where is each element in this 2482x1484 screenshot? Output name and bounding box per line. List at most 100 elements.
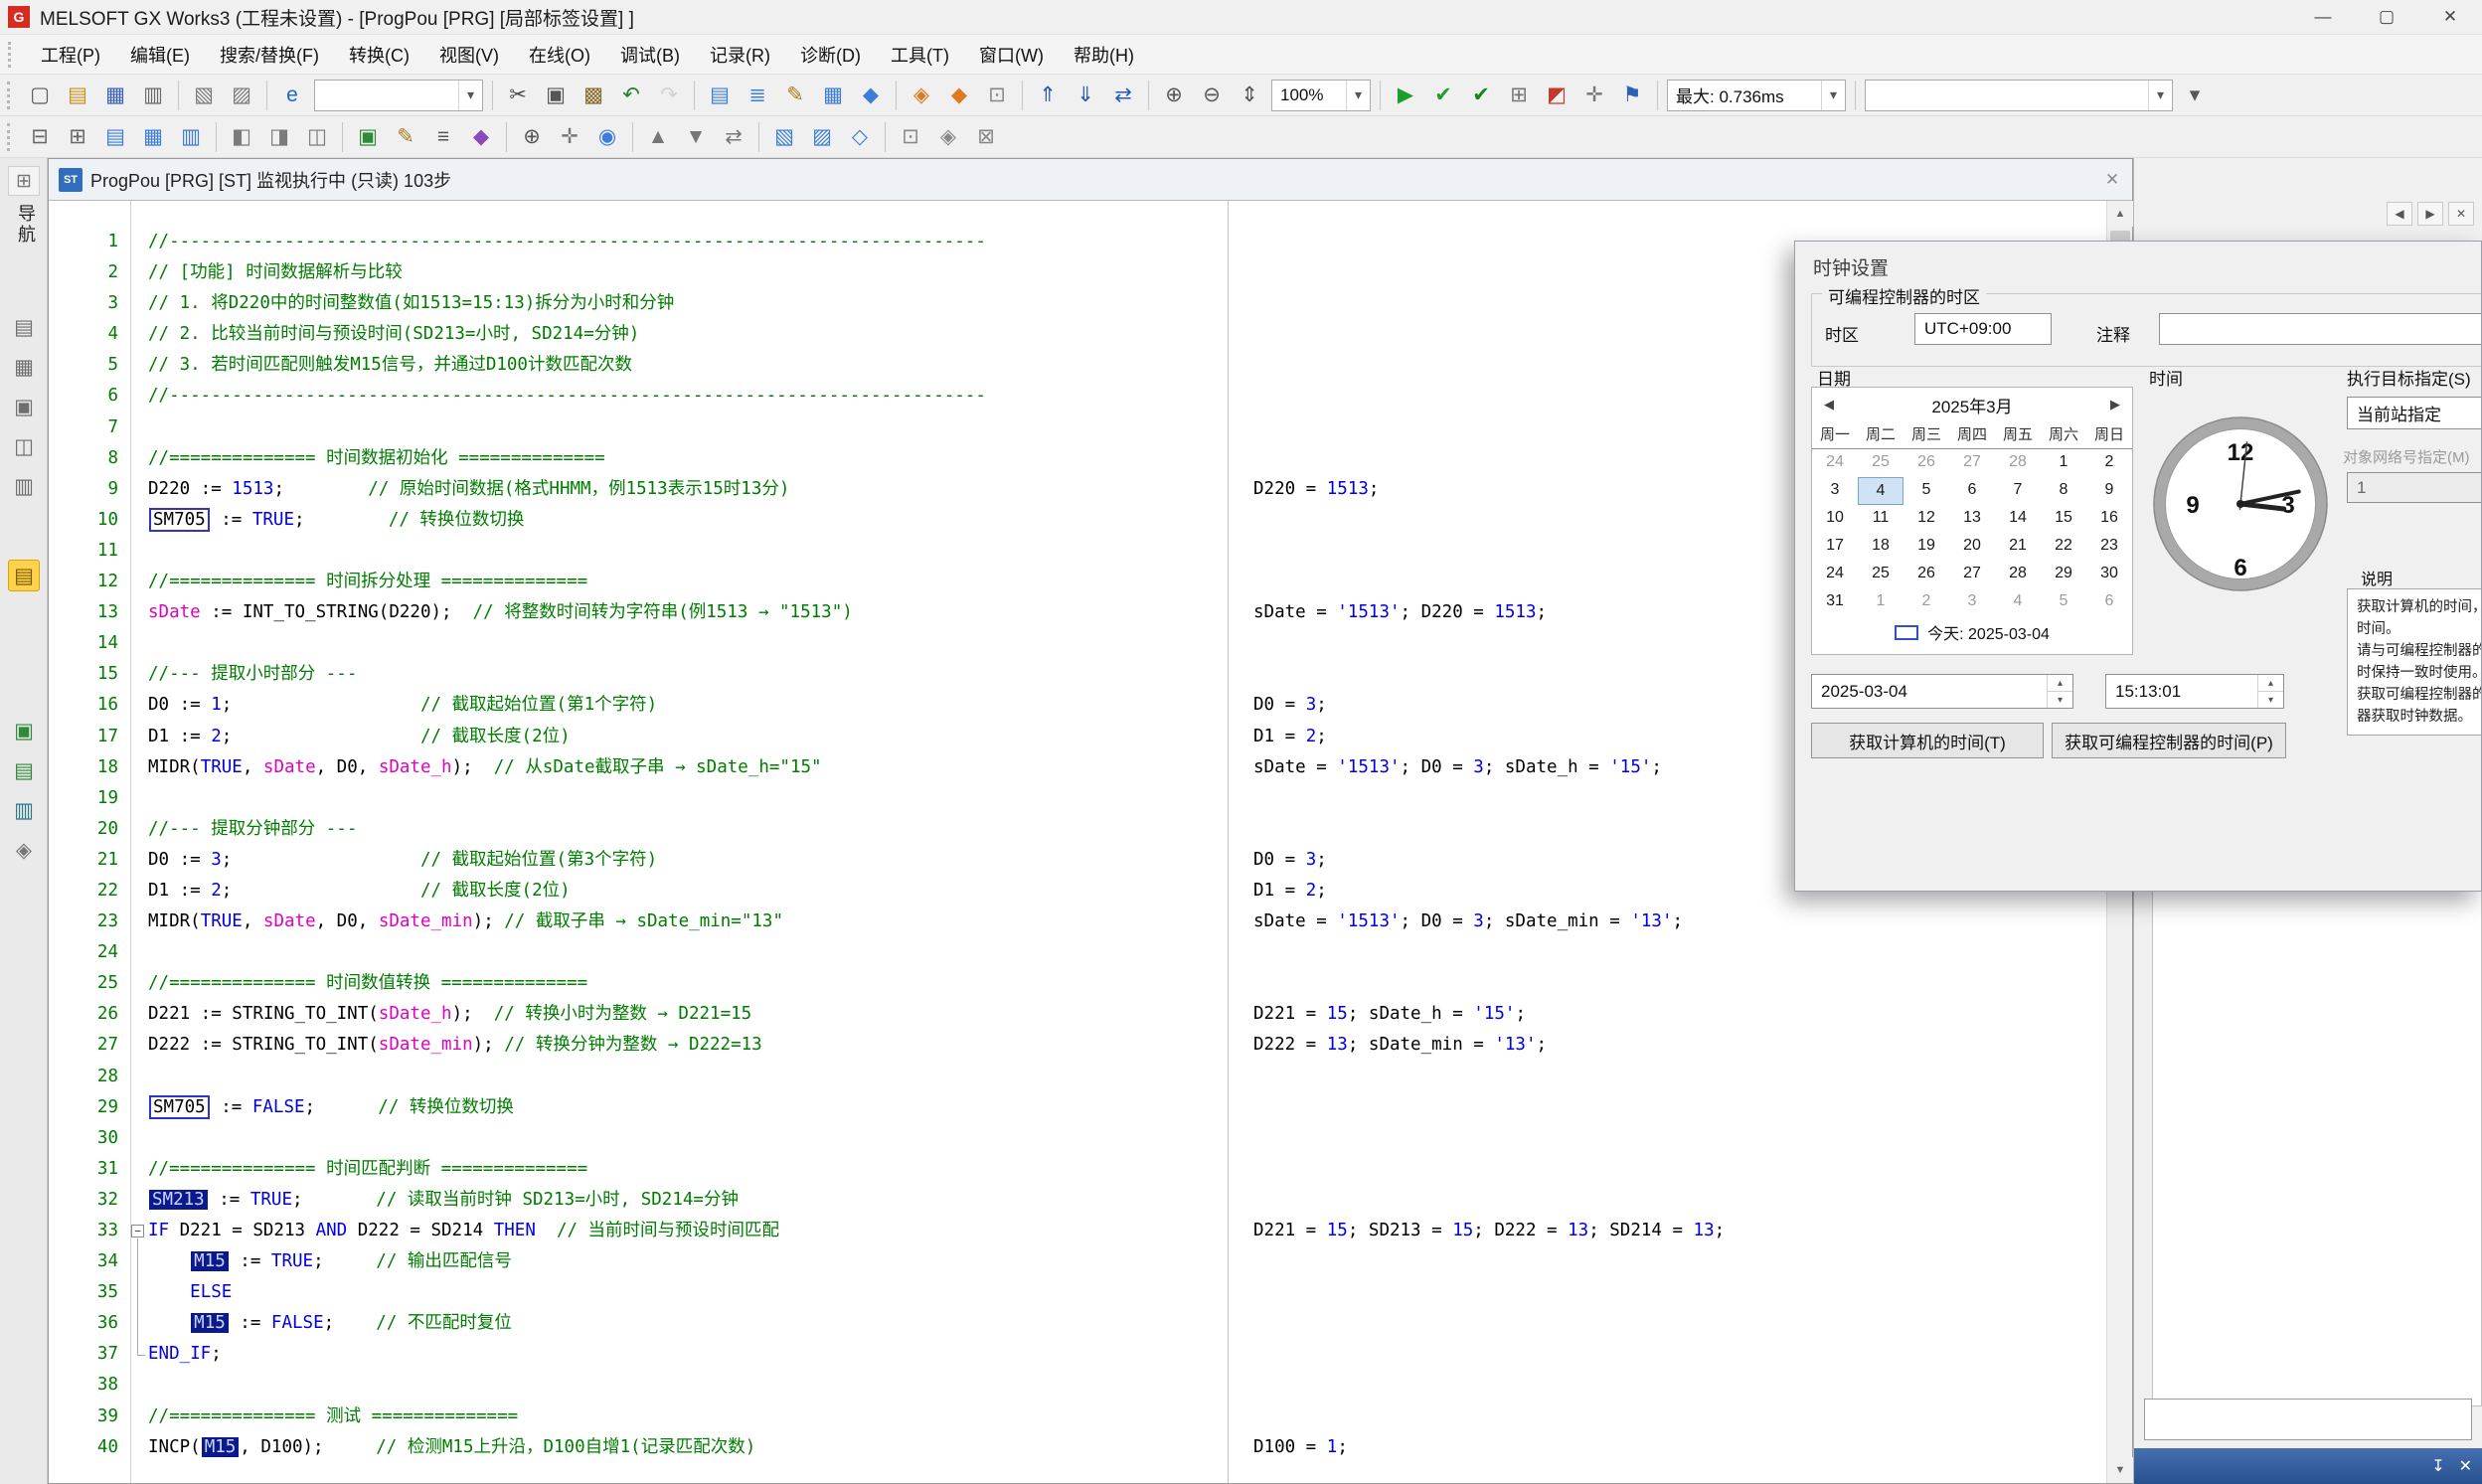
menu-drag-handle[interactable]: [8, 42, 18, 68]
time-spin-down-icon[interactable]: ▾: [2258, 691, 2283, 708]
code-line-37[interactable]: 37END_IF;: [49, 1339, 2106, 1370]
structured-data-icon[interactable]: ◫: [298, 120, 336, 154]
scroll-up-icon[interactable]: ▲: [2107, 201, 2133, 227]
code-text[interactable]: IF D221 = SD213 AND D222 = SD214 THEN //…: [148, 1216, 1228, 1246]
code-text[interactable]: sDate := INT_TO_STRING(D220); // 将整数时间转为…: [148, 597, 1228, 628]
print-icon[interactable]: ▥: [134, 79, 172, 112]
find-device-icon[interactable]: ⊕: [513, 120, 551, 154]
fold-column[interactable]: −: [130, 1216, 148, 1246]
calendar-day[interactable]: 3: [1949, 588, 1995, 616]
edit-mode-icon[interactable]: ✎: [387, 120, 424, 154]
calendar-day[interactable]: 14: [1995, 505, 2041, 533]
time-spin-up-icon[interactable]: ▴: [2258, 675, 2283, 691]
monitor-mode-icon[interactable]: ▶: [1387, 79, 1424, 112]
zoom-level-combo[interactable]: 100%▾: [1271, 80, 1371, 111]
program-check-icon[interactable]: ⚑: [1613, 79, 1651, 112]
code-text[interactable]: D1 := 2; // 截取长度(2位): [148, 876, 1228, 907]
menu-item-10[interactable]: 工具(T): [876, 35, 964, 74]
code-text[interactable]: D222 := STRING_TO_INT(sDate_min); // 转换分…: [148, 1030, 1228, 1061]
calendar-day[interactable]: 27: [1949, 561, 1995, 588]
element-selection-icon[interactable]: ⊞: [59, 120, 96, 154]
timezone-combo[interactable]: UTC+09:00: [1914, 313, 2052, 345]
code-text[interactable]: D221 := STRING_TO_INT(sDate_h); // 转换小时为…: [148, 999, 1228, 1030]
paste-icon[interactable]: ▩: [575, 79, 612, 112]
panel-input-box[interactable]: [2144, 1399, 2472, 1440]
code-text[interactable]: //--------------------------------------…: [148, 227, 1228, 257]
comment-display-icon[interactable]: ▧: [765, 120, 803, 154]
toolbar-drag-handle[interactable]: [7, 82, 16, 109]
dock-selected-folder-icon[interactable]: ▤: [8, 560, 40, 591]
navigation-window-icon[interactable]: ⊟: [21, 120, 59, 154]
calendar-day[interactable]: 24: [1812, 449, 1858, 477]
menu-item-9[interactable]: 诊断(D): [785, 35, 876, 74]
calendar-day[interactable]: 30: [2086, 561, 2132, 588]
calendar-day[interactable]: 4: [1995, 588, 2041, 616]
local-label-icon[interactable]: ◨: [260, 120, 298, 154]
window-select-combo[interactable]: ▾: [1865, 80, 2173, 111]
calendar-day[interactable]: 28: [1995, 449, 2041, 477]
monitor-stop-icon[interactable]: ✔: [1462, 79, 1500, 112]
navigation-dock-label[interactable]: 导航: [13, 204, 39, 246]
calendar-day[interactable]: 28: [1995, 561, 2041, 588]
menu-item-5[interactable]: 视图(V): [424, 35, 514, 74]
calendar-day[interactable]: 25: [1858, 449, 1903, 477]
device-list-icon[interactable]: ◉: [588, 120, 626, 154]
global-label-icon[interactable]: ◧: [223, 120, 260, 154]
parameter-icon[interactable]: ▥: [172, 120, 210, 154]
date-spinner[interactable]: 2025-03-04 ▴ ▾: [1811, 674, 2073, 709]
menu-item-12[interactable]: 帮助(H): [1059, 35, 1149, 74]
scan-time-combo[interactable]: 最大: 0.736ms▾: [1667, 80, 1846, 111]
code-text[interactable]: // [功能] 时间数据解析与比较: [148, 257, 1228, 288]
project-tree-icon[interactable]: ▤: [96, 120, 134, 154]
panel-prev-icon[interactable]: ◀: [2387, 202, 2412, 226]
dock-history-icon[interactable]: ◈: [8, 834, 40, 866]
code-line-38[interactable]: 38: [49, 1370, 2106, 1401]
code-text[interactable]: SM213 := TRUE; // 读取当前时钟 SD213=小时, SD214…: [148, 1185, 1228, 1216]
panel-caption-bar[interactable]: ↧ ✕: [2134, 1448, 2482, 1484]
code-text[interactable]: M15 := FALSE; // 不匹配时复位: [148, 1308, 1228, 1339]
panel-next-icon[interactable]: ▶: [2417, 202, 2443, 226]
pointer-branch-icon[interactable]: ◆: [852, 79, 890, 112]
calendar-day[interactable]: 20: [1949, 533, 1995, 561]
calendar-day[interactable]: 29: [2041, 561, 2086, 588]
code-line-36[interactable]: 36 M15 := FALSE; // 不匹配时复位: [49, 1308, 2106, 1339]
code-text[interactable]: ELSE: [148, 1277, 1228, 1308]
list-view-icon[interactable]: ≡: [424, 120, 462, 154]
get-pc-time-button[interactable]: 获取计算机的时间(T): [1811, 723, 2044, 758]
st-editor-option-icon[interactable]: ⊡: [892, 120, 929, 154]
dock-connection-icon[interactable]: ▤: [8, 311, 40, 343]
calendar-day[interactable]: 22: [2041, 533, 2086, 561]
panel-close-icon[interactable]: ✕: [2448, 202, 2474, 226]
network-number-input[interactable]: 1: [2347, 472, 2482, 503]
sort-asc-icon[interactable]: ▲: [639, 120, 677, 154]
toolbar-drag-handle[interactable]: [7, 123, 16, 151]
calendar-day[interactable]: 5: [2041, 588, 2086, 616]
code-text[interactable]: INCP(M15, D100); // 检测M15上升沿，D100自增1(记录匹…: [148, 1432, 1228, 1463]
code-line-30[interactable]: 30: [49, 1123, 2106, 1154]
dock-autohide-icon[interactable]: ⊞: [8, 166, 40, 196]
menu-item-3[interactable]: 搜索/替换(F): [205, 35, 334, 74]
date-spin-down-icon[interactable]: ▾: [2048, 691, 2072, 708]
calendar-day[interactable]: 2: [1903, 588, 1949, 616]
write-to-plc-icon[interactable]: ⇑: [1029, 79, 1067, 112]
code-text[interactable]: SM705 := TRUE; // 转换位数切换: [148, 505, 1228, 536]
code-text[interactable]: MIDR(TRUE, sDate, D0, sDate_min); // 截取子…: [148, 907, 1228, 937]
ladder-st-switch-icon[interactable]: ◈: [929, 120, 967, 154]
code-text[interactable]: // 3. 若时间匹配则触发M15信号，并通过D100计数匹配次数: [148, 350, 1228, 381]
calendar-day[interactable]: 9: [2086, 477, 2132, 505]
statement-icon[interactable]: ≣: [739, 79, 776, 112]
code-text[interactable]: [148, 783, 1228, 814]
code-text[interactable]: M15 := TRUE; // 输出匹配信号: [148, 1246, 1228, 1277]
code-line-40[interactable]: 40INCP(M15, D100); // 检测M15上升沿，D100自增1(记…: [49, 1432, 2106, 1463]
note-icon[interactable]: ✎: [776, 79, 814, 112]
new-project-icon[interactable]: ▢: [21, 79, 59, 112]
minimize-button[interactable]: —: [2291, 0, 2355, 35]
calendar-day[interactable]: 1: [2041, 449, 2086, 477]
code-text[interactable]: [148, 1062, 1228, 1092]
calendar-day[interactable]: 6: [1949, 477, 1995, 505]
calendar-day[interactable]: 1: [1858, 588, 1903, 616]
code-text[interactable]: MIDR(TRUE, sDate, D0, sDate_h); // 从sDat…: [148, 752, 1228, 783]
code-text[interactable]: [148, 628, 1228, 659]
zoom-in-icon[interactable]: ⊕: [1155, 79, 1193, 112]
watch-window-icon[interactable]: ⊞: [1500, 79, 1538, 112]
